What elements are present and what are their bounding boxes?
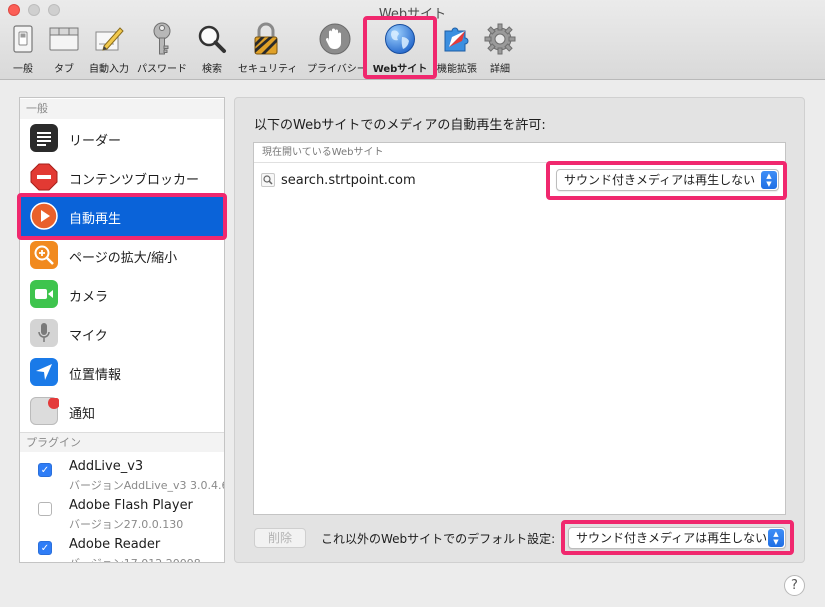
- plugin-row-flash[interactable]: Adobe Flash Player バージョン27.0.0.130: [20, 495, 224, 534]
- toolbar-item-security[interactable]: セキュリティ: [238, 20, 297, 76]
- toolbar-item-search[interactable]: 検索: [197, 20, 227, 76]
- panel-description: 以下のWebサイトでのメディアの自動再生を許可:: [254, 118, 546, 133]
- key-icon: [145, 22, 179, 56]
- website-name: search.strtpoint.com: [281, 173, 416, 188]
- microphone-icon: [30, 319, 58, 347]
- highlight-autoplay-item: [17, 193, 227, 240]
- notification-icon: [30, 397, 59, 425]
- toolbar-item-general[interactable]: 一般: [8, 20, 38, 76]
- switch-icon: [6, 22, 40, 56]
- puzzle-icon: [440, 22, 474, 56]
- toolbar-item-autofill[interactable]: 自動入力: [89, 20, 129, 76]
- plugins-section-header: プラグイン: [20, 432, 224, 452]
- gear-icon: [483, 22, 517, 56]
- sidebar-item-notifications[interactable]: 通知: [20, 392, 224, 431]
- sidebar-item-content-blockers[interactable]: コンテンツブロッカー: [20, 158, 224, 197]
- sidebar-item-microphone[interactable]: マイク: [20, 314, 224, 353]
- category-list: 一般 リーダー コンテンツブロッカー 自動再生 ページの拡大/縮小 カメラ マイ…: [19, 97, 225, 563]
- camera-icon: [30, 280, 58, 308]
- delete-button[interactable]: 削除: [254, 528, 306, 548]
- help-button[interactable]: ?: [784, 575, 805, 596]
- pencil-icon: [92, 22, 126, 56]
- plugin-checkbox-adobe-reader[interactable]: ✓: [38, 541, 52, 555]
- plugin-checkbox-flash[interactable]: [38, 502, 52, 516]
- highlight-site-select: [546, 161, 787, 200]
- toolbar-item-advanced[interactable]: 詳細: [483, 20, 517, 76]
- website-list-header: 現在開いているWebサイト: [254, 143, 785, 163]
- default-setting-label: これ以外のWebサイトでのデフォルト設定:: [321, 532, 556, 546]
- lock-icon: [249, 22, 283, 56]
- highlight-websites-tab: [363, 16, 437, 79]
- location-arrow-icon: [30, 358, 58, 386]
- plugin-row-addlive[interactable]: ✓ AddLive_v3 バージョンAddLive_v3 3.0.4.6: [20, 456, 224, 495]
- sidebar-item-page-zoom[interactable]: ページの拡大/縮小: [20, 236, 224, 275]
- site-favicon-icon: [261, 173, 275, 187]
- magnifier-icon: [195, 22, 229, 56]
- general-section-header: 一般: [20, 99, 224, 119]
- highlight-default-select: [561, 520, 794, 555]
- plugin-checkbox-addlive[interactable]: ✓: [38, 463, 52, 477]
- sidebar-item-location[interactable]: 位置情報: [20, 353, 224, 392]
- sidebar-item-camera[interactable]: カメラ: [20, 275, 224, 314]
- tabs-icon: [47, 22, 81, 56]
- reader-icon: [30, 124, 58, 152]
- stop-sign-icon: [30, 163, 58, 191]
- zoom-icon: [30, 241, 58, 269]
- toolbar-item-privacy[interactable]: プライバシー: [307, 20, 367, 76]
- toolbar-item-tabs[interactable]: タブ: [47, 20, 81, 76]
- plugin-row-adobe-reader[interactable]: ✓ Adobe Reader バージョン17.012.20098: [20, 534, 224, 562]
- hand-icon: [318, 22, 352, 56]
- toolbar-item-extensions[interactable]: 機能拡張: [437, 20, 477, 76]
- sidebar-item-reader[interactable]: リーダー: [20, 119, 224, 158]
- toolbar-item-passwords[interactable]: パスワード: [137, 20, 187, 76]
